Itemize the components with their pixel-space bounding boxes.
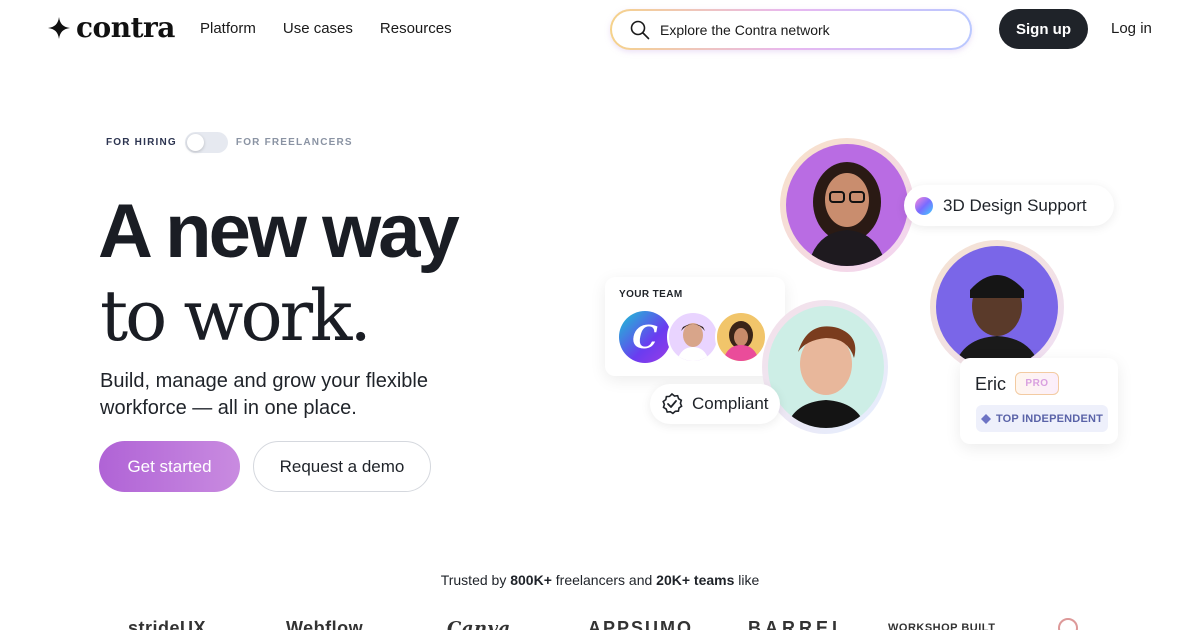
toggle-label-hiring[interactable]: FOR HIRING (106, 137, 177, 148)
hero-title-line2: to work. (100, 275, 372, 357)
chip-3d-design-support: 3D Design Support (904, 185, 1114, 226)
diamond-icon (980, 413, 991, 424)
team-logo-letter: C (632, 318, 658, 356)
trusted-freelancers-count: 800K+ (510, 572, 552, 588)
star-logo-icon (48, 17, 70, 39)
eric-name: Eric (975, 374, 1006, 394)
person-portrait-icon (808, 162, 886, 266)
toggle-label-freelancers[interactable]: FOR FREELANCERS (236, 137, 353, 148)
toggle-knob (186, 134, 204, 151)
person-portrait-icon (723, 321, 759, 361)
gradient-dot-icon (915, 196, 933, 215)
chip-3d-label: 3D Design Support (943, 195, 1087, 215)
person-portrait-icon (677, 323, 709, 361)
nav-resources[interactable]: Resources (380, 20, 452, 37)
brand-partial-icon (1058, 618, 1078, 630)
pro-badge: PRO (1015, 372, 1059, 395)
eric-profile-card: Eric PRO TOP INDEPENDENT (960, 358, 1118, 444)
team-avatar-1 (667, 311, 719, 363)
your-team-card: YOUR TEAM C (605, 277, 785, 376)
brand-workshop-built: WORKSHOP BUILT (888, 622, 996, 630)
signup-button[interactable]: Sign up (999, 9, 1088, 49)
trusted-suffix: like (734, 572, 760, 588)
avatar-eric (936, 246, 1058, 368)
audience-toggle: FOR HIRING FOR FREELANCERS (106, 132, 353, 153)
login-link[interactable]: Log in (1111, 20, 1152, 37)
trusted-prefix: Trusted by (440, 572, 511, 588)
team-avatar-2 (715, 311, 767, 363)
search-icon (630, 20, 650, 39)
search-bar[interactable]: Explore the Contra network (610, 9, 972, 50)
brand-logos-strip: strideUX Webflow Canva APPSUMO BARREL WO… (0, 612, 1200, 630)
request-demo-button[interactable]: Request a demo (253, 441, 431, 492)
brand-strideux: strideUX (128, 618, 207, 630)
nav-platform[interactable]: Platform (200, 20, 256, 37)
hero-subtitle: Build, manage and grow your flexible wor… (100, 370, 428, 419)
nav-use-cases[interactable]: Use cases (283, 20, 353, 37)
trusted-middle: freelancers and (551, 572, 657, 588)
brand-barrel: BARREL (748, 618, 847, 630)
top-independent-label: TOP INDEPENDENT (995, 412, 1104, 425)
avatar-woman (786, 144, 908, 266)
hero-title-line1: A new way (98, 189, 460, 274)
toggle-switch[interactable] (184, 132, 228, 153)
top-independent-badge: TOP INDEPENDENT (976, 405, 1108, 432)
your-team-label: YOUR TEAM (619, 289, 683, 300)
chip-compliant: Compliant (650, 384, 780, 424)
compliant-label: Compliant (692, 394, 769, 413)
brand-appsumo: APPSUMO (588, 618, 694, 630)
get-started-button[interactable]: Get started (99, 441, 240, 492)
brand-webflow: Webflow (286, 618, 364, 630)
logo-text: contra (76, 11, 175, 44)
main-nav: Platform Use cases Resources (200, 20, 452, 37)
trusted-teams-count: 20K+ teams (656, 572, 735, 588)
verified-badge-icon (662, 392, 683, 415)
person-portrait-icon (786, 326, 866, 428)
avatar-man (768, 306, 884, 428)
search-placeholder: Explore the Contra network (660, 21, 830, 38)
team-logo-canva: C (619, 311, 671, 363)
trusted-by-text: Trusted by 800K+ freelancers and 20K+ te… (0, 572, 1200, 588)
brand-canva: Canva (447, 618, 511, 630)
person-portrait-icon (954, 275, 1040, 368)
contra-logo[interactable]: contra (48, 14, 175, 42)
